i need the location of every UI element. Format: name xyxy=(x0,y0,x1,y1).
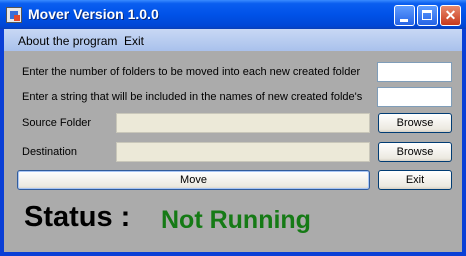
folders-count-input[interactable] xyxy=(377,62,452,82)
maximize-icon xyxy=(422,10,432,20)
app-window: Mover Version 1.0.0 ✕ About the program … xyxy=(0,0,466,256)
app-icon[interactable] xyxy=(6,7,22,23)
folders-count-label: Enter the number of folders to be moved … xyxy=(22,66,361,78)
status-label: Status : xyxy=(24,201,131,233)
client-area: About the program Exit Enter the number … xyxy=(4,29,462,252)
close-icon: ✕ xyxy=(444,7,457,23)
name-string-input[interactable] xyxy=(377,87,452,107)
destination-browse-button[interactable]: Browse xyxy=(378,142,452,162)
minimize-button[interactable] xyxy=(394,5,415,26)
destination-field xyxy=(116,142,370,162)
window-title: Mover Version 1.0.0 xyxy=(28,6,159,22)
exit-button[interactable]: Exit xyxy=(378,170,452,190)
move-button[interactable]: Move xyxy=(17,170,370,190)
menu-bar: About the program Exit xyxy=(4,29,462,51)
name-string-label: Enter a string that will be included in … xyxy=(22,91,363,103)
status-value: Not Running xyxy=(161,206,311,234)
source-folder-label: Source Folder xyxy=(22,117,92,129)
menu-about[interactable]: About the program xyxy=(18,34,117,48)
destination-label: Destination xyxy=(22,146,78,158)
minimize-icon xyxy=(400,19,408,22)
close-button[interactable]: ✕ xyxy=(440,5,461,26)
menu-exit[interactable]: Exit xyxy=(124,34,144,48)
source-folder-field xyxy=(116,113,370,133)
title-bar[interactable]: Mover Version 1.0.0 ✕ xyxy=(0,0,466,29)
maximize-button[interactable] xyxy=(417,5,438,26)
source-browse-button[interactable]: Browse xyxy=(378,113,452,133)
